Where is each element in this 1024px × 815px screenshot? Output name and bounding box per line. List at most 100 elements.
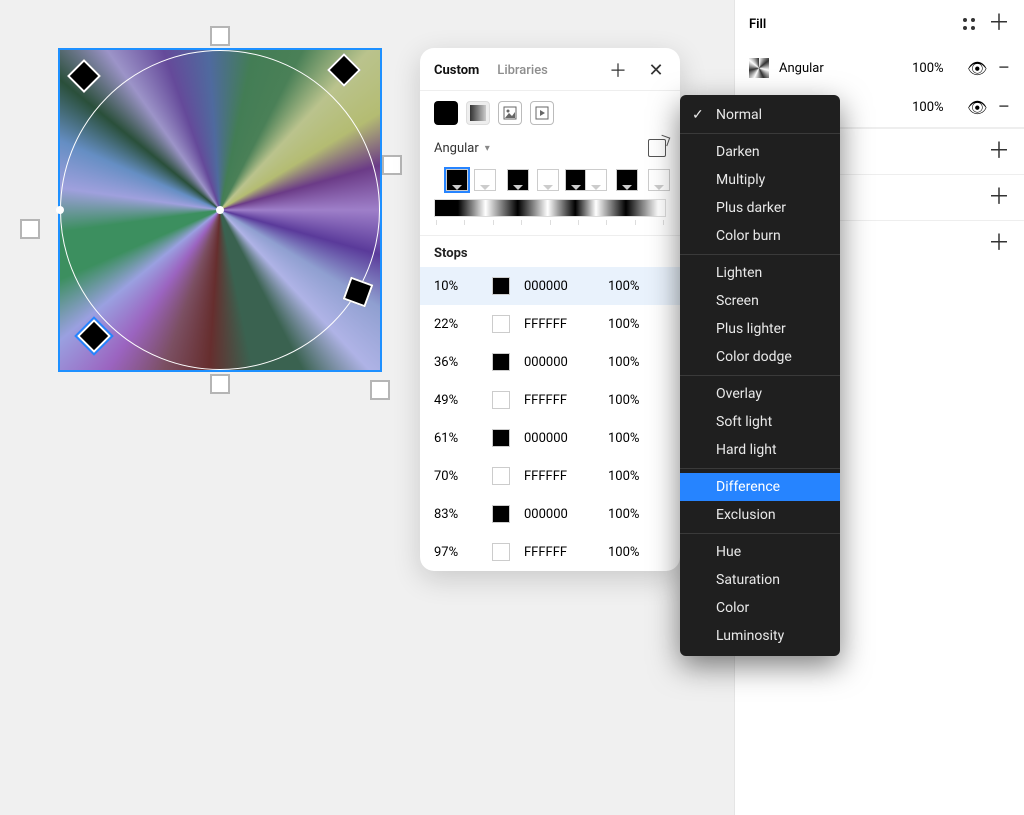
styles-icon[interactable] (962, 17, 976, 31)
resize-handle-w[interactable] (20, 219, 40, 239)
gradient-bar[interactable] (434, 199, 666, 217)
stop-color-swatch[interactable] (492, 467, 510, 485)
blend-mode-multiply[interactable]: ✓Multiply (680, 166, 840, 194)
stop-row[interactable]: 70% FFFFFF 100% (420, 457, 680, 495)
gradient-stop-thumb[interactable] (474, 169, 496, 191)
blend-mode-color[interactable]: ✓Color (680, 594, 840, 622)
blend-mode-hue[interactable]: ✓Hue (680, 538, 840, 566)
tab-libraries[interactable]: Libraries (497, 63, 548, 78)
stop-opacity[interactable]: 100% (608, 431, 666, 446)
gradient-stop-thumb[interactable] (446, 169, 468, 191)
stop-hex[interactable]: FFFFFF (524, 317, 594, 332)
blend-mode-menu[interactable]: ✓Normal✓Darken✓Multiply✓Plus darker✓Colo… (680, 95, 840, 656)
gradient-edge-handle[interactable] (56, 206, 64, 214)
stop-hex[interactable]: 000000 (524, 355, 594, 370)
fill-swatch-angular[interactable] (749, 58, 769, 78)
blend-mode-plus-darker[interactable]: ✓Plus darker (680, 194, 840, 222)
fill-row-angular[interactable]: Angular 100% 👁 − (735, 48, 1024, 88)
canvas-selected-shape[interactable] (60, 50, 380, 370)
blend-mode-color-burn[interactable]: ✓Color burn (680, 222, 840, 250)
close-icon[interactable]: ✕ (646, 60, 666, 80)
blend-mode-plus-lighter[interactable]: ✓Plus lighter (680, 315, 840, 343)
stop-position[interactable]: 61% (434, 431, 478, 446)
gradient-center-handle[interactable] (216, 206, 224, 214)
rotate-gradient-icon[interactable] (648, 139, 666, 157)
fill-type-gradient-selected[interactable] (466, 101, 490, 125)
fill-opacity-value[interactable]: 100% (912, 61, 957, 76)
stop-opacity[interactable]: 100% (608, 393, 666, 408)
fill-opacity-value[interactable]: 100% (912, 100, 957, 115)
stop-opacity[interactable]: 100% (608, 355, 666, 370)
stop-row[interactable]: 49% FFFFFF 100% (420, 381, 680, 419)
add-fill-button[interactable]: ＋ (988, 17, 1010, 31)
blend-mode-overlay[interactable]: ✓Overlay (680, 380, 840, 408)
fill-type-image[interactable] (498, 101, 522, 125)
stop-position[interactable]: 36% (434, 355, 478, 370)
tab-custom[interactable]: Custom (434, 63, 479, 78)
blend-mode-luminosity[interactable]: ✓Luminosity (680, 622, 840, 650)
gradient-stop-handle-selected[interactable] (77, 319, 111, 353)
gradient-stop-thumb[interactable] (537, 169, 559, 191)
blend-mode-normal[interactable]: ✓Normal (680, 101, 840, 129)
resize-handle-n[interactable] (210, 26, 230, 46)
remove-fill-button[interactable]: − (997, 56, 1010, 81)
blend-mode-screen[interactable]: ✓Screen (680, 287, 840, 315)
gradient-stop-thumb[interactable] (616, 169, 638, 191)
stop-position[interactable]: 49% (434, 393, 478, 408)
gradient-stop-thumb[interactable] (507, 169, 529, 191)
blend-mode-soft-light[interactable]: ✓Soft light (680, 408, 840, 436)
stop-hex[interactable]: 000000 (524, 279, 594, 294)
resize-handle-se[interactable] (370, 380, 390, 400)
stop-row[interactable]: 10% 000000 100% (420, 267, 680, 305)
stop-color-swatch[interactable] (492, 353, 510, 371)
stop-position[interactable]: 10% (434, 279, 478, 294)
visibility-toggle[interactable]: 👁 (967, 98, 987, 117)
stop-hex[interactable]: FFFFFF (524, 469, 594, 484)
stop-hex[interactable]: FFFFFF (524, 393, 594, 408)
add-stroke-button[interactable]: ＋ (988, 145, 1010, 159)
stop-row[interactable]: 36% 000000 100% (420, 343, 680, 381)
stop-position[interactable]: 83% (434, 507, 478, 522)
gradient-stop-thumb[interactable] (565, 169, 587, 191)
stop-opacity[interactable]: 100% (608, 545, 666, 560)
add-effect-button[interactable]: ＋ (988, 191, 1010, 205)
add-icon[interactable]: ＋ (608, 60, 628, 80)
blend-mode-difference[interactable]: ✓Difference (680, 473, 840, 501)
gradient-stop-handle[interactable] (67, 59, 101, 93)
gradient-type-dropdown[interactable]: Angular ▾ (420, 135, 680, 165)
fill-type-solid[interactable] (434, 101, 458, 125)
resize-handle-e[interactable] (382, 155, 402, 175)
gradient-stops-editor[interactable] (420, 165, 680, 227)
add-export-button[interactable]: ＋ (988, 237, 1010, 251)
blend-mode-saturation[interactable]: ✓Saturation (680, 566, 840, 594)
stop-opacity[interactable]: 100% (608, 469, 666, 484)
stop-color-swatch[interactable] (492, 391, 510, 409)
gradient-stop-handle[interactable] (327, 53, 361, 87)
stop-color-swatch[interactable] (492, 429, 510, 447)
stop-opacity[interactable]: 100% (608, 317, 666, 332)
remove-fill-button[interactable]: − (997, 95, 1010, 120)
gradient-stop-thumb[interactable] (648, 169, 670, 191)
blend-mode-exclusion[interactable]: ✓Exclusion (680, 501, 840, 529)
stop-position[interactable]: 97% (434, 545, 478, 560)
stop-row[interactable]: 97% FFFFFF 100% (420, 533, 680, 571)
stop-row[interactable]: 22% FFFFFF 100% (420, 305, 680, 343)
stop-position[interactable]: 70% (434, 469, 478, 484)
stop-row[interactable]: 83% 000000 100% (420, 495, 680, 533)
stop-opacity[interactable]: 100% (608, 279, 666, 294)
gradient-stop-thumb[interactable] (585, 169, 607, 191)
stop-hex[interactable]: 000000 (524, 431, 594, 446)
blend-mode-color-dodge[interactable]: ✓Color dodge (680, 343, 840, 371)
stop-hex[interactable]: FFFFFF (524, 545, 594, 560)
stop-opacity[interactable]: 100% (608, 507, 666, 522)
stop-row[interactable]: 61% 000000 100% (420, 419, 680, 457)
fill-type-video[interactable] (530, 101, 554, 125)
stop-color-swatch[interactable] (492, 315, 510, 333)
stop-color-swatch[interactable] (492, 543, 510, 561)
blend-mode-lighten[interactable]: ✓Lighten (680, 259, 840, 287)
stop-position[interactable]: 22% (434, 317, 478, 332)
stop-color-swatch[interactable] (492, 277, 510, 295)
visibility-toggle[interactable]: 👁 (967, 59, 987, 78)
blend-mode-hard-light[interactable]: ✓Hard light (680, 436, 840, 464)
stop-hex[interactable]: 000000 (524, 507, 594, 522)
